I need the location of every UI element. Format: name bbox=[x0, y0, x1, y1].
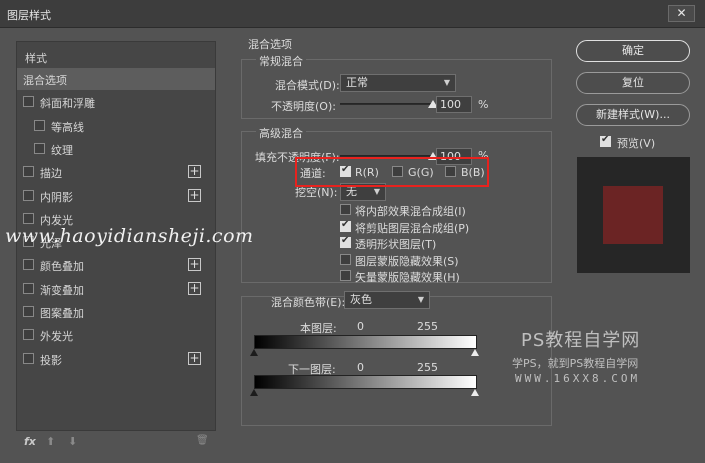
style-item-label: 斜面和浮雕 bbox=[40, 97, 95, 111]
trash-icon[interactable]: 🗑 bbox=[196, 435, 209, 446]
style-item-checkbox[interactable] bbox=[23, 352, 34, 364]
style-item-12[interactable]: 投影 + bbox=[17, 348, 215, 370]
chevron-down-icon: ▼ bbox=[443, 78, 450, 87]
advanced-option-checkbox[interactable] bbox=[340, 204, 351, 215]
advanced-option-label[interactable]: 将内部效果混合成组(I) bbox=[355, 203, 466, 219]
style-item-checkbox[interactable] bbox=[34, 119, 45, 131]
ok-button[interactable]: 确定 bbox=[576, 40, 690, 62]
style-item-5[interactable]: 内阴影 + bbox=[17, 185, 215, 207]
under-layer-black-thumb[interactable] bbox=[250, 389, 258, 396]
style-item-2[interactable]: 等高线 bbox=[17, 115, 215, 137]
style-item-0[interactable]: 混合选项 bbox=[17, 68, 215, 90]
move-up-icon[interactable]: ⬆ bbox=[46, 435, 55, 448]
watermark-subtitle: 学PS，就到PS教程自学网 bbox=[512, 357, 639, 370]
style-item-label: 投影 bbox=[40, 353, 62, 367]
blend-mode-label: 混合模式(D): bbox=[275, 79, 340, 92]
this-layer-min: 0 bbox=[357, 320, 364, 333]
style-item-checkbox[interactable] bbox=[23, 306, 34, 317]
channels-highlight-box bbox=[295, 157, 489, 187]
advanced-option-checkbox[interactable] bbox=[340, 270, 351, 281]
opacity-label: 不透明度(O): bbox=[271, 100, 336, 113]
chevron-down-icon: ▼ bbox=[417, 295, 424, 304]
style-item-checkbox[interactable] bbox=[23, 189, 34, 201]
style-footer: fx ⬆ ⬇ 🗑 bbox=[16, 431, 216, 455]
opacity-unit: % bbox=[478, 98, 489, 111]
style-item-label: 纹理 bbox=[51, 143, 73, 157]
close-icon: ✕ bbox=[676, 6, 687, 20]
style-item-label: 混合选项 bbox=[23, 74, 67, 87]
style-item-4[interactable]: 描边 + bbox=[17, 161, 215, 183]
blend-if-dropdown[interactable]: 灰色 ▼ bbox=[344, 291, 430, 309]
style-item-3[interactable]: 纹理 bbox=[17, 138, 215, 160]
under-layer-white-thumb[interactable] bbox=[471, 389, 479, 396]
style-item-checkbox[interactable] bbox=[23, 96, 34, 108]
general-blending-title: 常规混合 bbox=[256, 53, 306, 69]
this-layer-label: 本图层: bbox=[300, 322, 337, 335]
opacity-slider[interactable] bbox=[340, 103, 433, 105]
under-layer-gradient bbox=[254, 375, 477, 389]
advanced-option-checkbox[interactable] bbox=[340, 235, 351, 248]
style-item-9[interactable]: 渐变叠加 + bbox=[17, 278, 215, 300]
opacity-input[interactable]: 100 bbox=[436, 96, 472, 113]
style-item-checkbox[interactable] bbox=[23, 166, 34, 178]
add-effect-icon[interactable]: + bbox=[188, 188, 201, 202]
blend-mode-dropdown[interactable]: 正常 ▼ bbox=[340, 74, 456, 92]
new-style-button[interactable]: 新建样式(W)... bbox=[576, 104, 690, 126]
add-effect-icon[interactable]: + bbox=[188, 165, 201, 179]
this-layer-black-thumb[interactable] bbox=[250, 349, 258, 356]
preview-swatch bbox=[603, 186, 663, 244]
style-item-11[interactable]: 外发光 bbox=[17, 324, 215, 346]
advanced-option-checkbox[interactable] bbox=[340, 219, 351, 232]
advanced-blending-title: 高级混合 bbox=[256, 125, 306, 141]
style-item-8[interactable]: 颜色叠加 + bbox=[17, 254, 215, 276]
style-item-checkbox[interactable] bbox=[23, 329, 34, 341]
advanced-option-label[interactable]: 将剪贴图层混合成组(P) bbox=[355, 220, 469, 236]
style-item-checkbox[interactable] bbox=[23, 212, 34, 224]
advanced-option-label[interactable]: 矢量蒙版隐藏效果(H) bbox=[355, 269, 460, 285]
style-item-label: 颜色叠加 bbox=[40, 260, 84, 274]
style-list-header[interactable]: 样式 bbox=[17, 46, 215, 68]
preview-checkbox[interactable] bbox=[600, 134, 611, 147]
style-list-header-label: 样式 bbox=[25, 52, 47, 65]
style-item-label: 图案叠加 bbox=[40, 307, 84, 320]
move-down-icon[interactable]: ⬇ bbox=[68, 435, 77, 448]
add-effect-icon[interactable]: + bbox=[188, 281, 201, 295]
style-item-checkbox[interactable] bbox=[23, 259, 34, 271]
style-item-10[interactable]: 图案叠加 bbox=[17, 301, 215, 323]
watermark-url: WWW.16XX8.COM bbox=[515, 372, 641, 385]
preview-label[interactable]: 预览(V) bbox=[617, 135, 655, 151]
title-bar: 图层样式 ✕ bbox=[0, 0, 705, 28]
this-layer-white-thumb[interactable] bbox=[471, 349, 479, 356]
style-item-1[interactable]: 斜面和浮雕 bbox=[17, 91, 215, 113]
style-item-checkbox[interactable] bbox=[34, 142, 45, 154]
style-item-label: 描边 bbox=[40, 167, 62, 181]
add-effect-icon[interactable]: + bbox=[188, 258, 201, 272]
blend-if-value: 灰色 bbox=[350, 293, 372, 306]
reset-button[interactable]: 复位 bbox=[576, 72, 690, 94]
style-item-label: 内阴影 bbox=[40, 190, 73, 204]
style-item-label: 等高线 bbox=[51, 120, 84, 134]
style-item-checkbox[interactable] bbox=[23, 282, 34, 294]
style-item-label: 外发光 bbox=[40, 330, 73, 344]
under-layer-max: 255 bbox=[417, 361, 438, 374]
close-button[interactable]: ✕ bbox=[668, 5, 695, 22]
window-title: 图层样式 bbox=[7, 9, 51, 22]
add-effect-icon[interactable]: + bbox=[188, 351, 201, 365]
blend-options-title: 混合选项 bbox=[248, 38, 292, 51]
watermark-logo: PS教程自学网 bbox=[521, 330, 641, 351]
style-item-label: 渐变叠加 bbox=[40, 283, 84, 297]
fx-icon[interactable]: fx bbox=[24, 435, 36, 448]
layer-style-dialog: 样式 混合选项 斜面和浮雕 等高线 纹理 描边 + 内阴影 + 内发光 光泽 颜色叠加 + 渐变叠加 + 图… bbox=[0, 28, 705, 463]
advanced-option-label[interactable]: 透明形状图层(T) bbox=[355, 236, 436, 252]
watermark-left-url: www.haoyidiansheji.com bbox=[5, 225, 254, 247]
under-layer-min: 0 bbox=[357, 361, 364, 374]
blend-mode-value: 正常 bbox=[346, 76, 368, 89]
advanced-option-checkbox[interactable] bbox=[340, 253, 351, 265]
style-preview bbox=[577, 157, 690, 273]
this-layer-max: 255 bbox=[417, 320, 438, 333]
advanced-option-label[interactable]: 图层蒙版隐藏效果(S) bbox=[355, 253, 459, 269]
blend-if-label: 混合颜色带(E): bbox=[271, 296, 346, 309]
this-layer-gradient bbox=[254, 335, 477, 349]
